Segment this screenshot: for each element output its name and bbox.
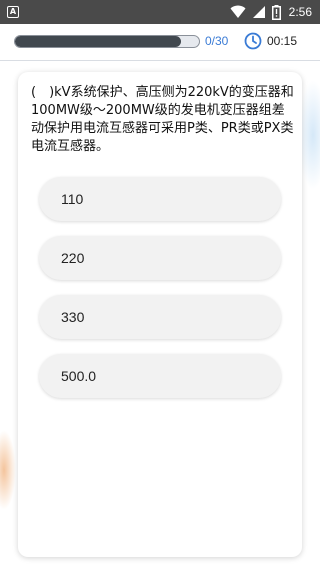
progress-bar — [14, 35, 200, 48]
question-card: ( )kV系统保护、高压侧为220kV的变压器和100MW级～200MW级的发电… — [18, 72, 302, 557]
progress-count: 0/30 — [205, 34, 229, 48]
option-label: 110 — [61, 191, 84, 207]
question-text: ( )kV系统保护、高压侧为220kV的变压器和100MW级～200MW级的发电… — [31, 85, 294, 154]
a-square-icon: A — [7, 6, 19, 18]
option-label: 220 — [61, 250, 85, 266]
background-decoration-left — [0, 430, 16, 510]
status-time: 2:56 — [288, 5, 312, 19]
wifi-icon — [230, 5, 246, 18]
signal-icon — [252, 6, 265, 18]
option-d[interactable]: 500.0 — [39, 354, 281, 398]
status-bar-right: 2:56 — [230, 0, 312, 24]
progress-fill — [15, 36, 181, 47]
timer-value: 00:15 — [267, 34, 298, 48]
battery-alert-icon — [271, 4, 281, 20]
option-c[interactable]: 330 — [39, 295, 281, 339]
option-label: 500.0 — [61, 368, 97, 384]
option-b[interactable]: 220 — [39, 236, 281, 280]
header-divider — [0, 60, 320, 61]
status-bar: A 2:56 — [0, 0, 320, 24]
option-a[interactable]: 110 — [39, 177, 281, 221]
clock-icon — [244, 32, 262, 50]
option-label: 330 — [61, 309, 85, 325]
